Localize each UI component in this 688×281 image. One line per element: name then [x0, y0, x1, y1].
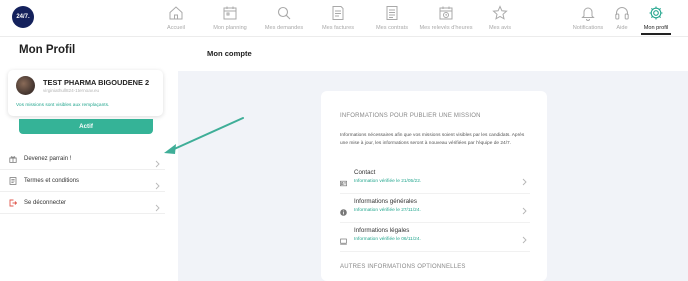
- profile-card: TEST PHARMA BIGOUDENE 2 virginiathull824…: [8, 70, 163, 116]
- chevron-right-icon: [521, 173, 528, 186]
- section-title: INFORMATIONS POUR PUBLIER UNE MISSION: [340, 113, 481, 119]
- avatar: [16, 76, 35, 95]
- nav-mes-avis[interactable]: Mes avis: [472, 5, 528, 31]
- nav-label: Mon profil: [643, 25, 669, 31]
- calendar-icon: [223, 6, 237, 20]
- visibility-note: Vos missions sont visibles aux remplaçan…: [16, 103, 110, 108]
- nav-label: Mon planning: [213, 25, 247, 31]
- menu-item-termes-conditions[interactable]: Termes et conditions: [0, 170, 165, 192]
- contract-icon: [386, 6, 398, 20]
- menu-item-devenez-parrain[interactable]: Devenez parrain !: [0, 148, 165, 170]
- section-description: Informations nécessaires afin que vos mi…: [340, 133, 525, 146]
- contact-card-icon: [340, 174, 347, 187]
- chevron-right-icon: [154, 199, 161, 212]
- nav-accueil[interactable]: Accueil: [148, 5, 204, 31]
- search-icon: [277, 6, 291, 20]
- nav-label: Mes avis: [488, 25, 512, 31]
- row-informations-legales[interactable]: Informations légales Information vérifié…: [340, 226, 530, 252]
- row-status: Information vérifiée le 06/11/24.: [354, 237, 421, 242]
- status-active-button[interactable]: Actif: [19, 119, 153, 134]
- profile-name: TEST PHARMA BIGOUDENE 2: [43, 78, 150, 87]
- profile-email: virginiathull824-1ternoav.eu: [43, 88, 100, 93]
- optional-section-title: AUTRES INFORMATIONS OPTIONNELLES: [340, 264, 466, 270]
- timesheet-icon: [439, 6, 453, 20]
- row-informations-generales[interactable]: Informations générales Information vérif…: [340, 197, 530, 223]
- menu-item-se-deconnecter[interactable]: Se déconnecter: [0, 192, 165, 214]
- row-status: Information vérifiée le 27/11/24.: [354, 208, 421, 213]
- nav-label: Mes factures: [321, 25, 355, 31]
- top-navigation: 24/7. Accueil Mon planning Mes demandes …: [0, 0, 688, 37]
- row-status: Information vérifiée le 21/05/22.: [354, 179, 422, 184]
- row-title: Informations générales: [354, 198, 417, 205]
- chevron-right-icon: [154, 155, 161, 168]
- logout-icon: [9, 199, 17, 207]
- nav-mon-profil[interactable]: Mon profil: [628, 5, 684, 31]
- home-icon: [169, 6, 183, 20]
- chevron-right-icon: [521, 231, 528, 244]
- gift-icon: [9, 155, 17, 163]
- nav-label: Mes contrats: [375, 25, 409, 31]
- invoice-icon: [332, 6, 344, 20]
- info-icon: [340, 203, 347, 216]
- nav-mes-contrats[interactable]: Mes contrats: [364, 5, 420, 31]
- nav-mon-planning[interactable]: Mon planning: [202, 5, 258, 31]
- menu-label: Termes et conditions: [24, 177, 80, 184]
- star-icon: [492, 5, 508, 20]
- nav-mes-demandes[interactable]: Mes demandes: [256, 5, 312, 31]
- legal-icon: [340, 232, 347, 245]
- gear-icon: [649, 6, 663, 20]
- chevron-right-icon: [521, 202, 528, 215]
- menu-label: Se déconnecter: [24, 199, 67, 206]
- account-title: Mon compte: [207, 49, 252, 58]
- row-title: Contact: [354, 169, 376, 176]
- menu-label: Devenez parrain !: [24, 155, 72, 162]
- page-title: Mon Profil: [19, 44, 76, 56]
- document-icon: [9, 176, 17, 185]
- nav-mes-factures[interactable]: Mes factures: [310, 5, 366, 31]
- nav-label: Mes relevés d'heures: [419, 25, 473, 31]
- row-title: Informations légales: [354, 227, 410, 234]
- chevron-right-icon: [154, 177, 161, 190]
- brand-logo[interactable]: 24/7.: [12, 6, 34, 28]
- account-header: [178, 37, 688, 71]
- row-contact[interactable]: Contact Information vérifiée le 21/05/22…: [340, 168, 530, 194]
- app-root: 24/7. Accueil Mon planning Mes demandes …: [0, 0, 688, 281]
- nav-label: Accueil: [166, 25, 186, 31]
- nav-mes-releves-heures[interactable]: Mes relevés d'heures: [418, 5, 474, 31]
- active-tab-indicator: [641, 33, 671, 35]
- nav-label: Mes demandes: [264, 25, 304, 31]
